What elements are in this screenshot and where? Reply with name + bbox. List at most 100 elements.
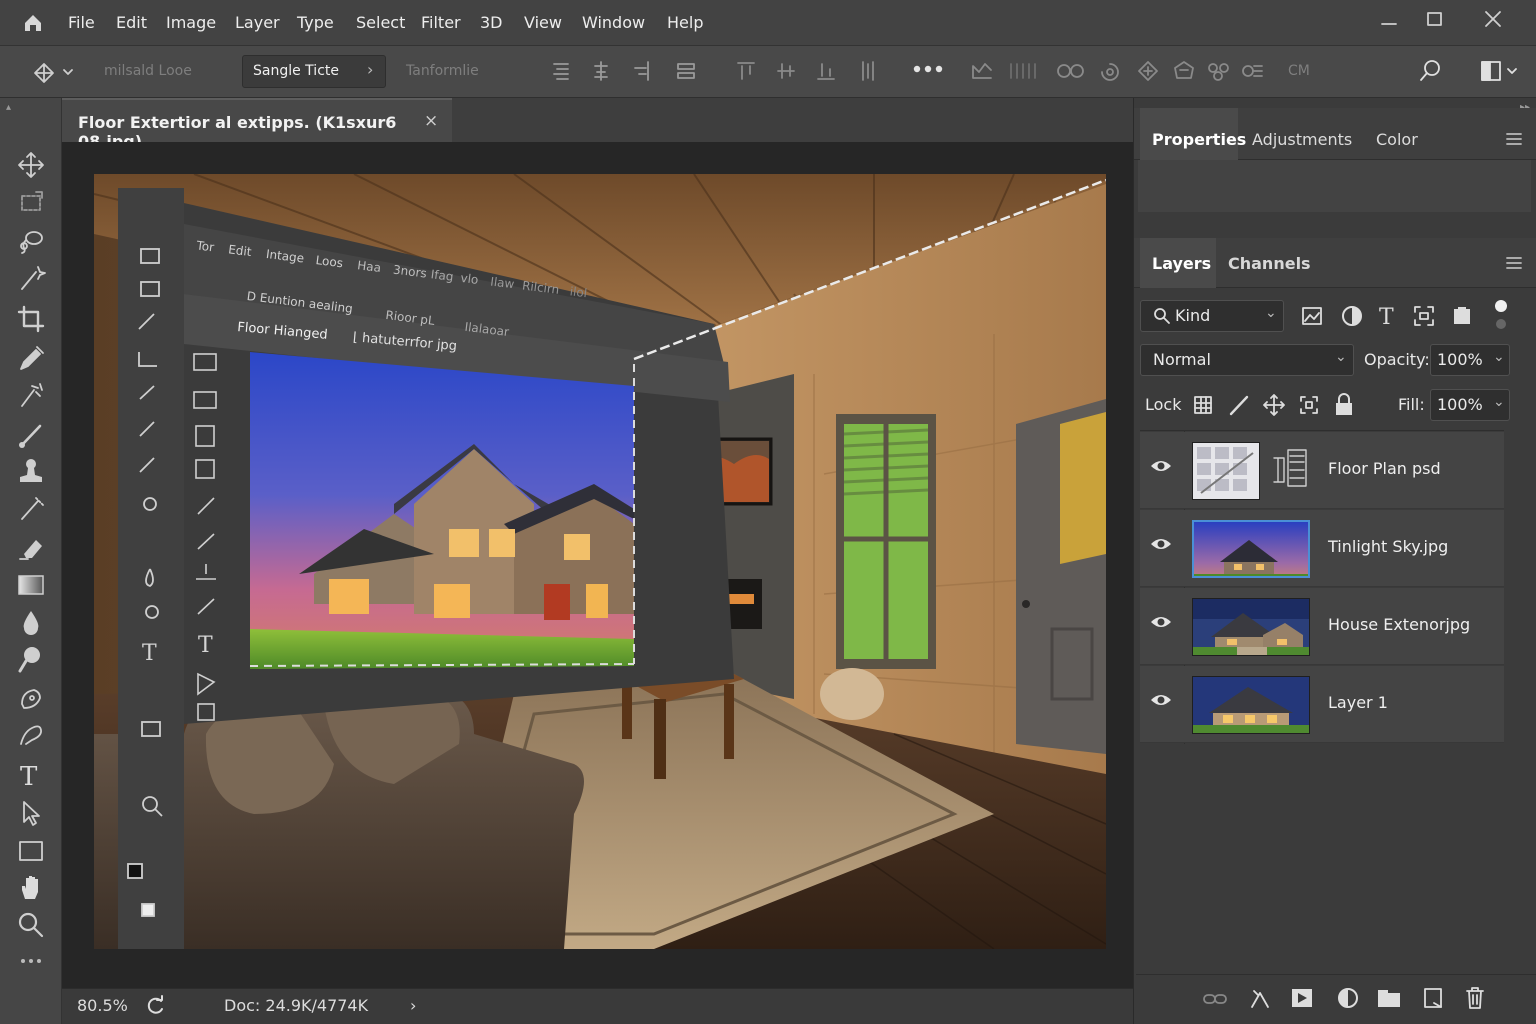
pen-tool-icon[interactable] [16, 684, 46, 714]
align-left-icon[interactable] [552, 60, 570, 82]
lock-pixels-icon[interactable] [1228, 394, 1250, 416]
3d-orbit-icon[interactable] [1136, 60, 1160, 82]
chevron-down-icon[interactable]: ⌄ [1493, 394, 1505, 410]
move-tool-icon[interactable] [16, 150, 46, 180]
workspace-icon[interactable] [1480, 60, 1524, 82]
tab-layers[interactable]: Layers [1152, 254, 1211, 273]
close-tab-icon[interactable]: × [424, 111, 438, 131]
zoom-level[interactable]: 80.5% [77, 996, 128, 1015]
layer-mask-icon[interactable] [1290, 987, 1314, 1009]
blur-tool-icon[interactable] [16, 608, 46, 638]
eye-icon[interactable] [1150, 614, 1172, 630]
3d-scale-icon[interactable] [1172, 60, 1196, 82]
tab-color[interactable]: Color [1376, 130, 1418, 149]
opacity-input[interactable]: 100% ⌄ [1430, 344, 1510, 376]
quick-selection-tool-icon[interactable] [16, 264, 46, 294]
home-icon[interactable] [22, 12, 44, 34]
filter-shape-icon[interactable] [1412, 304, 1436, 328]
3d-light-icon[interactable] [1240, 60, 1266, 82]
eye-icon[interactable] [1150, 458, 1172, 474]
fill-input[interactable]: 100% ⌄ [1430, 389, 1510, 421]
menu-layer[interactable]: Layer [235, 13, 280, 32]
3d-roll-icon[interactable] [1098, 60, 1122, 82]
distribute-vertical-icon[interactable] [858, 60, 878, 82]
more-options-icon[interactable] [912, 58, 944, 80]
3d-pan-icon[interactable] [1008, 60, 1040, 82]
lock-transparent-icon[interactable] [1192, 394, 1214, 416]
zoom-tool-icon[interactable] [16, 910, 46, 940]
menu-help[interactable]: Help [667, 13, 703, 32]
eye-icon[interactable] [1150, 692, 1172, 708]
layer-style-icon[interactable] [1248, 987, 1272, 1011]
edit-toolbar-icon[interactable] [16, 946, 46, 976]
layer-filter-dropdown[interactable]: Kind ⌄ [1140, 300, 1284, 332]
document-canvas[interactable]: T T Tor Edit Intage Loos Haa 3nors Ifag … [94, 174, 1106, 949]
artboard-tool-icon[interactable] [16, 188, 46, 218]
freeform-pen-tool-icon[interactable] [16, 720, 46, 750]
menu-view[interactable]: View [524, 13, 562, 32]
menu-image[interactable]: Image [166, 13, 216, 32]
3d-mode-icon[interactable] [970, 60, 994, 82]
filter-pixel-icon[interactable] [1300, 304, 1324, 328]
filter-smart-object-icon[interactable] [1450, 304, 1474, 328]
hand-tool-icon[interactable] [16, 872, 46, 902]
blend-mode-dropdown[interactable]: Normal ⌄ [1140, 344, 1354, 376]
path-selection-tool-icon[interactable] [16, 798, 46, 828]
3d-camera-icon[interactable] [1206, 60, 1232, 82]
move-tool-preset-icon[interactable] [30, 62, 78, 84]
filter-type-icon[interactable]: T [1376, 302, 1400, 328]
new-group-icon[interactable] [1376, 987, 1402, 1009]
align-bottom-icon[interactable] [816, 60, 836, 82]
lock-position-icon[interactable] [1262, 393, 1286, 417]
layers-panel-menu-icon[interactable] [1506, 256, 1522, 270]
align-right-icon[interactable] [632, 60, 650, 82]
tab-channels[interactable]: Channels [1228, 254, 1311, 273]
sangle-ticte-button[interactable]: Sangle Ticte › [242, 55, 386, 88]
rotate-view-icon[interactable] [144, 995, 166, 1017]
menu-3d[interactable]: 3D [480, 13, 503, 32]
menu-type[interactable]: Type [297, 13, 334, 32]
align-center-icon[interactable] [592, 60, 610, 82]
brush-tool-icon[interactable] [16, 420, 46, 450]
align-top-icon[interactable] [736, 60, 756, 82]
panel-menu-icon[interactable] [1506, 132, 1522, 146]
eye-icon[interactable] [1150, 536, 1172, 552]
layer-row-layer-1[interactable]: Layer 1 [1140, 666, 1504, 743]
menu-file[interactable]: File [68, 13, 95, 32]
menu-filter[interactable]: Filter [421, 13, 461, 32]
status-menu-icon[interactable]: › [410, 996, 416, 1015]
close-icon[interactable] [1478, 8, 1508, 38]
tab-properties[interactable]: Properties [1152, 130, 1246, 149]
lasso-tool-icon[interactable] [16, 226, 46, 256]
document-tab[interactable]: Floor Extertior al extipps. (K1sxur6 08.… [62, 98, 452, 151]
chevron-down-icon[interactable]: ⌄ [1493, 349, 1505, 365]
crop-tool-icon[interactable] [16, 304, 46, 334]
history-brush-tool-icon[interactable] [16, 494, 46, 524]
dodge-tool-icon[interactable] [16, 644, 46, 674]
tab-adjustments[interactable]: Adjustments [1252, 130, 1352, 149]
gradient-tool-icon[interactable] [16, 570, 46, 600]
collapse-icon[interactable]: ▴ [6, 102, 11, 113]
adjustment-layer-icon[interactable] [1336, 986, 1360, 1010]
align-middle-icon[interactable] [776, 60, 796, 82]
menu-select[interactable]: Select [356, 13, 405, 32]
lock-artboard-icon[interactable] [1298, 394, 1320, 416]
filter-adjustment-icon[interactable] [1340, 304, 1364, 328]
lock-all-icon[interactable] [1333, 393, 1355, 417]
rectangle-tool-icon[interactable] [16, 836, 46, 866]
distribute-icon[interactable] [676, 60, 696, 82]
minimize-icon[interactable] [1374, 8, 1404, 38]
clone-stamp-tool-icon[interactable] [16, 456, 46, 486]
delete-layer-icon[interactable] [1464, 986, 1486, 1010]
type-tool-icon[interactable]: T [16, 760, 46, 790]
filter-toggle-icon[interactable] [1492, 298, 1512, 334]
new-layer-icon[interactable] [1422, 986, 1444, 1010]
eyedropper-tool-icon[interactable] [16, 344, 46, 374]
search-icon[interactable] [1418, 58, 1444, 84]
3d-slide-icon[interactable] [1056, 60, 1086, 82]
layer-row-twilight-sky[interactable]: Tinlight Sky.jpg [1140, 510, 1504, 587]
layer-row-house-exterior[interactable]: House Extenorjpg [1140, 588, 1504, 665]
menu-edit[interactable]: Edit [116, 13, 147, 32]
link-layers-icon[interactable] [1202, 989, 1228, 1009]
menu-window[interactable]: Window [582, 13, 645, 32]
